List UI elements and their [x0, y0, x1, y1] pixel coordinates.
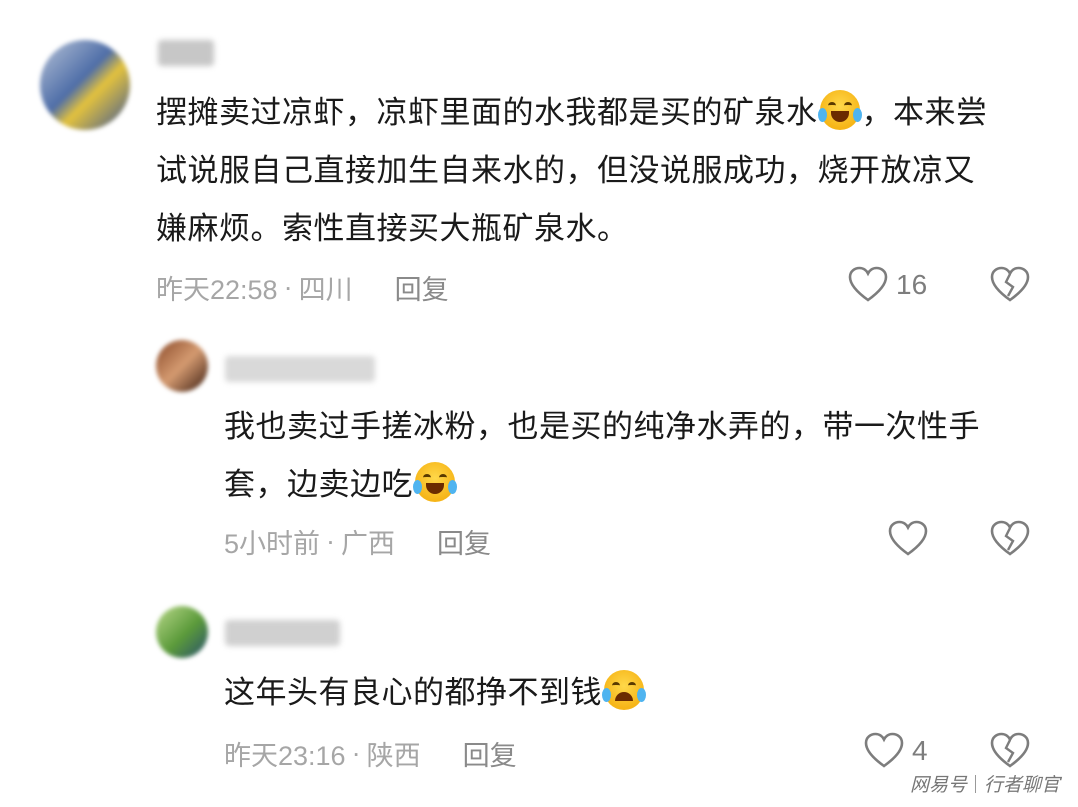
comment-region: 广西	[341, 529, 396, 559]
reply-button[interactable]: 回复	[395, 268, 449, 307]
dislike-button[interactable]	[990, 266, 1030, 308]
comment-region: 四川	[298, 275, 353, 305]
dislike-button[interactable]	[990, 732, 1030, 774]
broken-heart-icon	[990, 266, 1030, 302]
like-button[interactable]: 4	[864, 732, 928, 770]
avatar[interactable]	[156, 340, 208, 392]
laughing-tears-emoji-icon	[413, 462, 457, 502]
comment-time: 昨天23:16	[224, 741, 346, 771]
like-count: 4	[912, 735, 928, 766]
username[interactable]	[158, 40, 214, 66]
comment-region: 陕西	[366, 741, 421, 771]
dislike-button[interactable]	[990, 520, 1030, 562]
comment-text: 这年头有良心的都挣不到钱	[224, 664, 1044, 722]
like-button[interactable]: 16	[848, 266, 927, 304]
watermark-author: 行者聊官	[983, 774, 1060, 796]
like-button[interactable]	[888, 520, 936, 558]
laughing-tears-emoji-icon	[817, 90, 862, 130]
username[interactable]	[225, 620, 340, 646]
avatar[interactable]	[156, 606, 208, 658]
username[interactable]	[225, 356, 375, 382]
comment-text: 摆摊卖过凉虾，凉虾里面的水我都是买的矿泉水 ，本来尝 试说服自己直接加生自来水的，…	[156, 84, 1036, 258]
comment-meta: 昨天22:58 · 四川 回复	[156, 268, 449, 307]
like-count: 16	[896, 269, 928, 300]
reply-button[interactable]: 回复	[463, 734, 517, 773]
comment-text: 我也卖过手搓冰粉，也是买的纯净水弄的，带一次性手 套，边卖边吃	[224, 409, 980, 503]
heart-icon	[864, 732, 904, 768]
watermark: 网易号 行者聊官	[910, 770, 1060, 797]
comment-time: 昨天22:58	[156, 275, 278, 305]
comment-meta: 昨天23:16 · 陕西 回复	[224, 734, 517, 773]
watermark-divider	[974, 774, 976, 793]
comment-time: 5小时前	[224, 529, 321, 559]
comment-meta: 5小时前 · 广西 回复	[224, 522, 491, 561]
crying-emoji-icon	[602, 670, 646, 710]
avatar[interactable]	[40, 40, 130, 130]
heart-icon	[888, 520, 928, 556]
broken-heart-icon	[990, 520, 1030, 556]
reply-button[interactable]: 回复	[437, 522, 491, 561]
watermark-brand: 网易号	[909, 774, 967, 796]
broken-heart-icon	[990, 732, 1030, 768]
heart-icon	[848, 266, 888, 302]
